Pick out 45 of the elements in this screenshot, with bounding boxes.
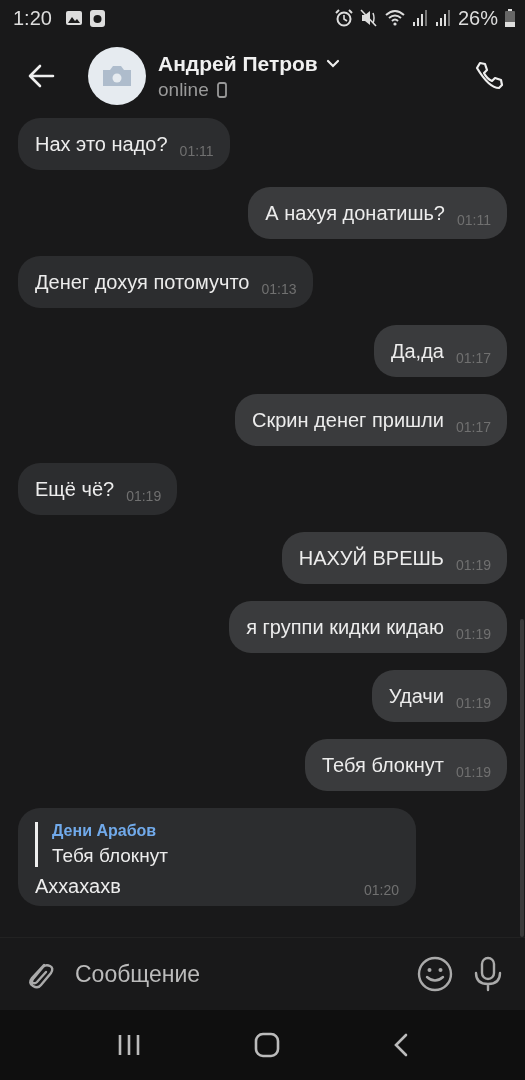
back-icon[interactable] <box>27 64 55 88</box>
quote-text: Тебя блокнут <box>52 845 169 867</box>
image-icon <box>64 10 83 26</box>
message-text: Удачи <box>388 685 444 708</box>
contact-name[interactable]: Андрей Петров <box>158 51 318 76</box>
message-text: Денег дохуя потомучто <box>35 271 250 294</box>
message-text: Аххахахв <box>35 875 121 898</box>
emoji-icon[interactable] <box>417 956 453 992</box>
message-text: А нахуя донатишь? <box>265 202 445 225</box>
message-text: Ещё чё? <box>35 478 115 501</box>
message-text: я группи кидки кидаю <box>246 616 444 639</box>
message-time: 01:20 <box>363 882 399 898</box>
online-status: online <box>158 78 209 101</box>
status-time: 1:20 <box>13 6 52 30</box>
call-icon[interactable] <box>473 60 505 92</box>
chevron-down-icon[interactable] <box>325 59 340 68</box>
wifi-icon <box>384 9 405 27</box>
phone-device-icon <box>216 81 227 98</box>
signal-icon <box>434 9 451 27</box>
message-time: 01:11 <box>179 143 214 159</box>
message-text: Скрин денег пришли <box>252 409 444 432</box>
message-bubble[interactable]: Дени Арабов Тебя блокнут Аххахахв 01:20 <box>18 808 416 906</box>
mute-icon <box>359 9 378 27</box>
microphone-icon[interactable] <box>473 956 503 992</box>
recent-apps-icon[interactable] <box>116 1034 141 1056</box>
avatar-camera-icon[interactable] <box>88 47 146 105</box>
signal-icon <box>411 9 428 27</box>
alarm-icon <box>334 9 353 27</box>
home-icon[interactable] <box>253 1032 280 1058</box>
battery-percent: 26% <box>457 6 498 30</box>
battery-icon <box>505 9 515 27</box>
scrollbar[interactable] <box>520 619 524 937</box>
message-text: НАХУЙ ВРЕШЬ <box>298 547 444 570</box>
message-bubble[interactable]: Ещё чё? 01:19 <box>18 463 178 515</box>
message-bubble[interactable]: Денег дохуя потомучто 01:13 <box>18 256 313 308</box>
message-input[interactable]: Сообщение <box>75 960 397 988</box>
message-text: Да,да <box>390 340 444 363</box>
clock-icon <box>89 9 105 27</box>
message-time: 01:19 <box>126 488 162 504</box>
message-time: 01:13 <box>261 281 297 297</box>
back-nav-icon[interactable] <box>392 1033 409 1057</box>
message-text: Тебя блокнут <box>322 754 444 777</box>
message-text: Нах это надо? <box>35 133 168 156</box>
quote-author: Дени Арабов <box>52 822 158 840</box>
message-bubble[interactable]: Нах это надо? 01:11 <box>18 118 230 170</box>
